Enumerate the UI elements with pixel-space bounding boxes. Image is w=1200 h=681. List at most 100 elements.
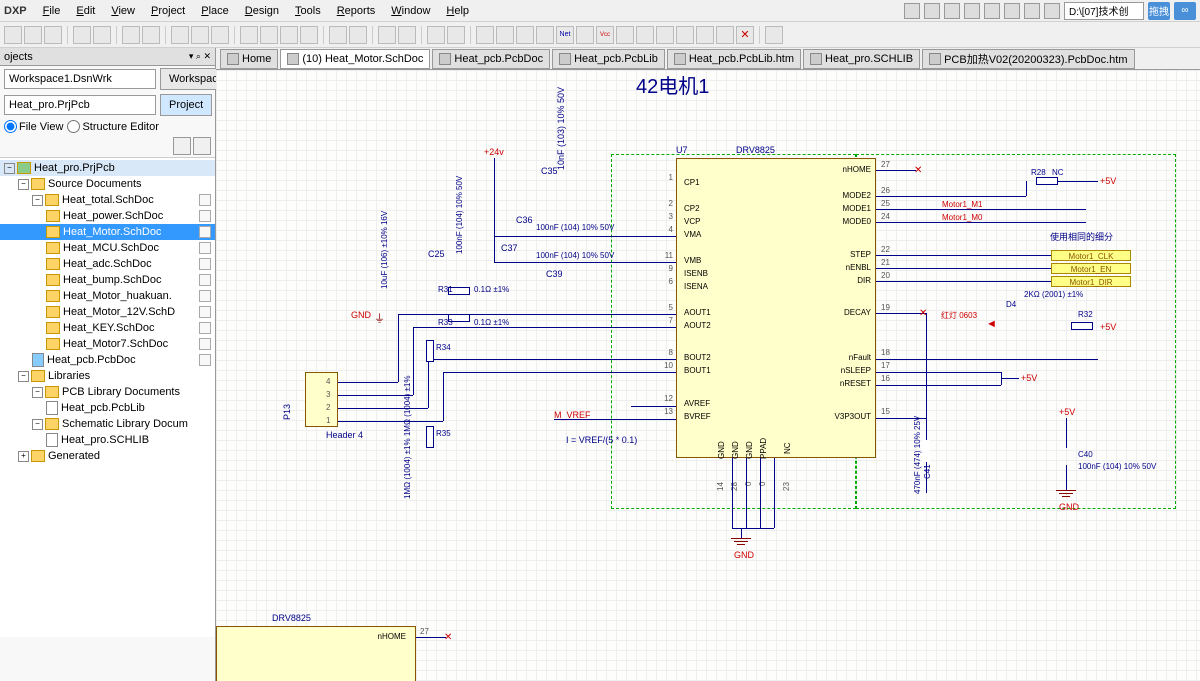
note-icon[interactable] (696, 26, 714, 44)
resistor[interactable] (426, 426, 434, 448)
resistor[interactable] (426, 340, 434, 362)
structure-radio[interactable]: Structure Editor (67, 120, 158, 133)
port-label[interactable]: Motor1_DIR (1051, 276, 1131, 287)
tool-icon[interactable] (1024, 3, 1040, 19)
drag-button[interactable]: 拖拽 (1148, 2, 1170, 20)
gnd-icon[interactable] (576, 26, 594, 44)
open-icon[interactable] (24, 26, 42, 44)
new-icon[interactable] (4, 26, 22, 44)
panel-controls[interactable]: ▾ ⌕ ✕ (189, 51, 211, 62)
tab-pcbdoc[interactable]: Heat_pcb.PcbDoc (432, 49, 550, 69)
tool-icon[interactable] (904, 3, 920, 19)
schematic-canvas[interactable]: 42电机1 U7 DRV8825 CP1 1 CP2 2 VCP 3 VMA 4… (216, 70, 1200, 681)
harness-icon[interactable] (676, 26, 694, 44)
tree-schdoc[interactable]: Heat_power.SchDoc (0, 208, 215, 224)
select-icon[interactable] (240, 26, 258, 44)
tree-libraries[interactable]: −Libraries (0, 368, 215, 384)
tree-schdoc[interactable]: Heat_Motor7.SchDoc (0, 336, 215, 352)
copy-icon[interactable] (191, 26, 209, 44)
bus-icon[interactable] (496, 26, 514, 44)
port-label[interactable]: Motor1_EN (1051, 263, 1131, 274)
project-input[interactable] (4, 95, 156, 115)
tree-pcblib[interactable]: Heat_pcb.PcbLib (0, 400, 215, 416)
cut-icon[interactable] (171, 26, 189, 44)
tool-icon[interactable] (1044, 3, 1060, 19)
noerc-icon[interactable]: ✕ (736, 26, 754, 44)
deselect-icon[interactable] (280, 26, 298, 44)
tree-schdoc[interactable]: Heat_Motor_huakuan. (0, 288, 215, 304)
part-icon[interactable] (616, 26, 634, 44)
tool-icon[interactable] (984, 3, 1000, 19)
menu-reports[interactable]: Reports (329, 3, 384, 19)
clear-icon[interactable] (300, 26, 318, 44)
tab-htm[interactable]: Heat_pcb.PcbLib.htm (667, 49, 801, 69)
tool-icon[interactable] (944, 3, 960, 19)
header-component[interactable] (305, 372, 338, 427)
menu-view[interactable]: View (103, 3, 143, 19)
compile-icon[interactable] (427, 26, 445, 44)
workspace-input[interactable] (4, 69, 156, 89)
menu-project[interactable]: Project (143, 3, 193, 19)
wire-icon[interactable] (476, 26, 494, 44)
net-icon[interactable]: Net (556, 26, 574, 44)
tab-home[interactable]: Home (220, 49, 278, 69)
nav-icon[interactable] (398, 26, 416, 44)
menu-edit[interactable]: Edit (68, 3, 103, 19)
crossprobe-icon[interactable] (447, 26, 465, 44)
zoom-icon[interactable] (142, 26, 160, 44)
infinity-icon[interactable]: ∞ (1174, 2, 1196, 20)
tab-pcblib[interactable]: Heat_pcb.PcbLib (552, 49, 665, 69)
tree-schdoc[interactable]: Heat_adc.SchDoc (0, 256, 215, 272)
tree-schdoc[interactable]: Heat_KEY.SchDoc (0, 320, 215, 336)
tool-icon[interactable] (924, 3, 940, 19)
sheet-icon[interactable] (636, 26, 654, 44)
paste-icon[interactable] (211, 26, 229, 44)
tree-schdoc[interactable]: Heat_bump.SchDoc (0, 272, 215, 288)
capacitor[interactable] (922, 440, 930, 462)
line-icon[interactable] (765, 26, 783, 44)
tree-source-docs[interactable]: −Source Documents (0, 176, 215, 192)
menu-help[interactable]: Help (438, 3, 477, 19)
tool-icon[interactable] (964, 3, 980, 19)
tree-schdoc[interactable]: −Heat_total.SchDoc (0, 192, 215, 208)
hierarchy-icon[interactable] (378, 26, 396, 44)
tree-schlib-folder[interactable]: −Schematic Library Docum (0, 416, 215, 432)
port-label[interactable]: Motor1_CLK (1051, 250, 1131, 261)
busline-icon[interactable] (516, 26, 534, 44)
path-input[interactable] (1064, 2, 1144, 20)
text-icon[interactable] (716, 26, 734, 44)
file-view-radio[interactable]: File View (4, 120, 63, 133)
resistor[interactable] (1036, 177, 1058, 185)
port-icon[interactable] (656, 26, 674, 44)
panel-icon[interactable] (193, 137, 211, 155)
project-button[interactable]: Project (160, 94, 212, 116)
save-icon[interactable] (44, 26, 62, 44)
menu-tools[interactable]: Tools (287, 3, 329, 19)
tab-htm[interactable]: PCB加热V02(20200323).PcbDoc.htm (922, 49, 1134, 69)
move-icon[interactable] (260, 26, 278, 44)
menu-file[interactable]: File (35, 3, 69, 19)
menu-window[interactable]: Window (383, 3, 438, 19)
undo-icon[interactable] (329, 26, 347, 44)
tree-schdoc[interactable]: Heat_MCU.SchDoc (0, 240, 215, 256)
signal-icon[interactable] (536, 26, 554, 44)
tree-pcblib-folder[interactable]: −PCB Library Documents (0, 384, 215, 400)
redo-icon[interactable] (349, 26, 367, 44)
zoom-icon[interactable] (122, 26, 140, 44)
tree-pcbdoc[interactable]: Heat_pcb.PcbDoc (0, 352, 215, 368)
vcc-icon[interactable]: Vcc (596, 26, 614, 44)
tool-icon[interactable] (1004, 3, 1020, 19)
tab-schdoc[interactable]: (10) Heat_Motor.SchDoc (280, 49, 430, 69)
tree-schdoc[interactable]: Heat_Motor_12V.SchD (0, 304, 215, 320)
tree-project[interactable]: −Heat_pro.PrjPcb (0, 160, 215, 176)
resistor[interactable] (1071, 322, 1093, 330)
print-icon[interactable] (73, 26, 91, 44)
menu-design[interactable]: Design (237, 3, 287, 19)
preview-icon[interactable] (93, 26, 111, 44)
tree-schdoc-selected[interactable]: Heat_Motor.SchDoc (0, 224, 215, 240)
tab-schlib[interactable]: Heat_pro.SCHLIB (803, 49, 920, 69)
tree-schlib[interactable]: Heat_pro.SCHLIB (0, 432, 215, 448)
menu-place[interactable]: Place (193, 3, 237, 19)
tree-generated[interactable]: +Generated (0, 448, 215, 464)
panel-icon[interactable] (173, 137, 191, 155)
